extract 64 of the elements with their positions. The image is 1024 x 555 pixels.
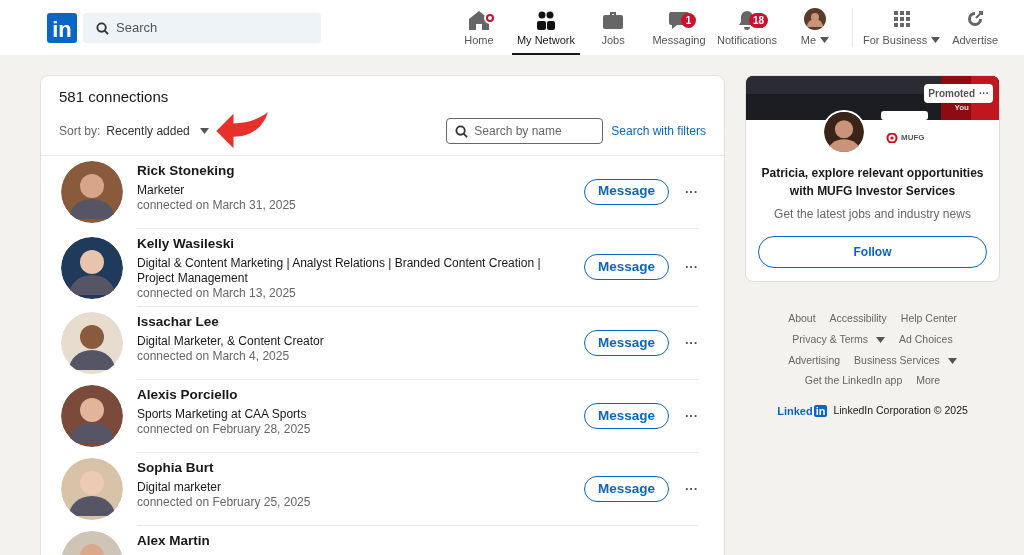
nav-item[interactable]: Messaging 1 xyxy=(646,0,712,55)
footer-link[interactable]: More xyxy=(916,373,941,389)
promoted-badge[interactable]: Promoted ··· xyxy=(924,84,993,103)
connected-date: connected on March 4, 2025 xyxy=(137,349,291,364)
search-field[interactable]: Search by name xyxy=(446,117,604,144)
connection-name[interactable]: Alexis Porciello xyxy=(137,384,584,405)
footer-link[interactable]: Get the LinkedIn app xyxy=(804,373,903,389)
more-text[interactable]: ··· xyxy=(979,86,989,101)
brand-logo: Linked in xyxy=(777,404,828,420)
connection-name[interactable]: Rick Stoneking xyxy=(137,160,584,181)
connected-date: connected on March 31, 2025 xyxy=(137,197,297,213)
connection-headline: Digital & Content Marketing | Analyst Relations | Branded Content Creation | Project Management xyxy=(137,255,542,286)
target-icon xyxy=(965,8,986,29)
footer-link[interactable]: Accessibility xyxy=(829,311,887,327)
nav-item[interactable]: Home xyxy=(445,0,512,55)
footer-link[interactable]: Advertising xyxy=(788,352,841,369)
connected-date: connected on February 25, 2025 xyxy=(137,495,312,510)
nav-item[interactable]: Me xyxy=(781,0,848,55)
nav-item[interactable]: Advertise xyxy=(946,0,1004,55)
connection-headline: Digital Marketer, & Content Creator xyxy=(137,334,325,349)
count-badge: 1 xyxy=(681,13,696,28)
more-button[interactable]: ··· xyxy=(685,333,698,353)
more-button[interactable]: ··· xyxy=(685,257,698,277)
footer-link[interactable]: Help Center xyxy=(900,311,957,327)
nav-item[interactable]: Jobs xyxy=(580,0,646,55)
more-button[interactable]: ··· xyxy=(685,479,698,499)
more-button[interactable]: ··· xyxy=(685,181,698,202)
search-icon xyxy=(96,21,109,35)
copyright-text: LinkedIn Corporation © 2025 xyxy=(833,403,968,419)
home-icon xyxy=(467,9,490,30)
footer-link[interactable]: Privacy & Terms xyxy=(792,331,868,348)
logo-icon xyxy=(886,133,898,143)
avatar-icon xyxy=(803,7,826,30)
sort-dropdown[interactable]: Recently added xyxy=(106,121,209,140)
nav-item[interactable]: Notifications 18 xyxy=(712,0,782,55)
footer-link[interactable]: Business Services xyxy=(854,352,940,369)
search-field[interactable]: Search xyxy=(83,12,321,43)
banner-text: You xyxy=(954,102,969,114)
connections-count: 581 connections xyxy=(59,87,170,107)
ad-title: Patricia, explore relevant opportunities with MUFG Investor Services xyxy=(760,165,985,200)
connection-name[interactable]: Kelly Wasileski xyxy=(137,233,584,254)
caret-icon xyxy=(199,127,209,134)
briefcase-icon xyxy=(602,9,624,30)
footer-link[interactable]: Ad Choices xyxy=(898,331,953,348)
grid-icon xyxy=(891,8,912,29)
nav-item[interactable]: For Business xyxy=(856,0,947,55)
connection-name[interactable]: Alex Martin xyxy=(137,530,698,551)
search-icon xyxy=(455,124,469,138)
footer-link[interactable]: About xyxy=(788,311,816,327)
nav-item[interactable]: My Network xyxy=(511,0,580,55)
ad-subtitle: Get the latest jobs and industry news xyxy=(773,206,972,223)
brand-name: MUFG xyxy=(901,132,925,144)
connected-date: connected on March 13, 2025 xyxy=(137,285,297,301)
connection-name[interactable]: Issachar Lee xyxy=(137,311,584,332)
connected-date: connected on February 28, 2025 xyxy=(137,422,312,437)
connection-headline: Marketer xyxy=(137,182,186,198)
connection-headline: Sports Marketing at CAA Sports xyxy=(137,407,308,422)
connection-name[interactable]: Sophia Burt xyxy=(137,457,584,478)
logo-icon[interactable]: in xyxy=(47,12,77,43)
connection-headline: Digital marketer xyxy=(137,480,223,495)
sort-label: Sort by: xyxy=(59,122,101,140)
more-button[interactable]: ··· xyxy=(685,406,698,426)
search-filters-link[interactable]: Search with filters xyxy=(611,121,706,140)
people-icon xyxy=(535,9,557,30)
